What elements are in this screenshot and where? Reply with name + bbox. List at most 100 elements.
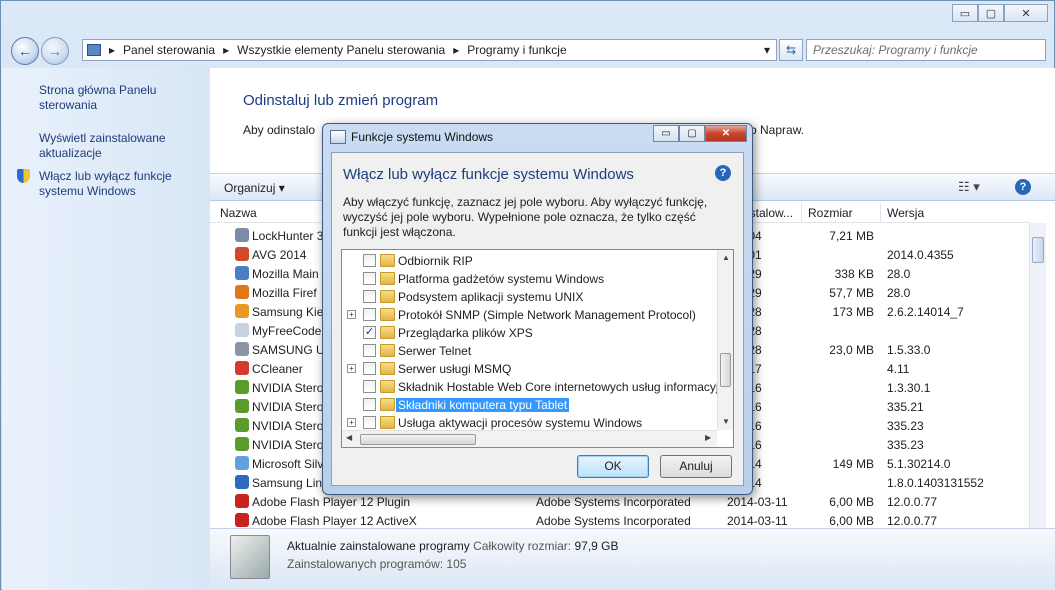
ok-button[interactable]: OK — [577, 455, 649, 478]
feature-item[interactable]: + Serwer usługi MSMQ — [342, 360, 717, 378]
sidebar: Strona główna Panelu sterowania Wyświetl… — [2, 68, 210, 590]
program-icon — [235, 228, 249, 242]
feature-item[interactable]: Platforma gadżetów systemu Windows — [342, 270, 717, 288]
scrollbar-thumb[interactable] — [1032, 237, 1044, 263]
forward-button[interactable]: → — [41, 37, 69, 65]
back-button[interactable]: ← — [11, 37, 39, 65]
page-description: Aby odinstalo — [243, 123, 316, 137]
shield-icon — [17, 169, 30, 183]
column-size[interactable]: Rozmiar — [808, 206, 853, 220]
sidebar-link-home[interactable]: Strona główna Panelu sterowania — [39, 83, 199, 113]
window-icon — [330, 130, 346, 144]
folder-icon — [380, 326, 395, 339]
page-title: Odinstaluj lub zmień program — [243, 92, 439, 109]
dialog-maximize-button[interactable]: ▢ — [679, 125, 705, 142]
dialog-minimize-button[interactable]: ▭ — [653, 125, 679, 142]
feature-item[interactable]: Serwer Telnet — [342, 342, 717, 360]
program-version: 4.11 — [887, 362, 910, 376]
program-icon — [235, 304, 249, 318]
program-version: 335.23 — [887, 438, 924, 452]
sidebar-link-updates[interactable]: Wyświetl zainstalowane aktualizacje — [39, 131, 199, 161]
feature-item[interactable]: Składniki komputera typu Tablet — [342, 396, 717, 414]
sidebar-link-windows-features[interactable]: Włącz lub wyłącz funkcje systemu Windows — [39, 169, 199, 199]
folder-icon — [380, 254, 395, 267]
breadcrumb-control-panel[interactable]: Panel sterowania — [123, 43, 215, 57]
folder-icon — [380, 272, 395, 285]
folder-icon — [380, 398, 395, 411]
view-options-icon[interactable]: ☷ ▾ — [958, 179, 980, 195]
dialog-instructions: Aby włączyć funkcję, zaznacz jej pole wy… — [343, 195, 708, 239]
control-panel-icon — [87, 44, 101, 56]
feature-item[interactable]: ✓ Przeglądarka plików XPS — [342, 324, 717, 342]
dialog-title: Funkcje systemu Windows — [351, 130, 494, 144]
help-icon[interactable]: ? — [1015, 179, 1031, 195]
program-version: 12.0.0.77 — [887, 495, 938, 509]
feature-label: Platforma gadżetów systemu Windows — [398, 272, 605, 286]
scroll-left-icon[interactable]: ◀ — [346, 433, 352, 442]
tree-vertical-scrollbar[interactable]: ▲ ▼ — [717, 250, 733, 430]
program-version: 5.1.30214.0 — [887, 457, 951, 471]
feature-checkbox[interactable] — [363, 380, 376, 393]
dialog-heading: Włącz lub wyłącz funkcje systemu Windows — [343, 166, 634, 183]
scroll-down-icon[interactable]: ▼ — [722, 417, 730, 426]
search-input[interactable]: Przeszukaj: Programy i funkcje — [806, 39, 1046, 61]
feature-checkbox[interactable] — [363, 272, 376, 285]
dropdown-arrow-icon[interactable]: ▾ — [764, 43, 770, 57]
program-icon — [235, 323, 249, 337]
program-icon — [235, 361, 249, 375]
feature-label: Przeglądarka plików XPS — [398, 326, 533, 340]
program-size: 23,0 MB — [829, 343, 874, 357]
refresh-button[interactable]: ⇆ — [779, 39, 803, 61]
program-icon — [235, 456, 249, 470]
program-version: 335.21 — [887, 400, 924, 414]
installed-programs-icon — [230, 535, 270, 579]
help-icon[interactable]: ? — [715, 165, 731, 181]
organize-button[interactable]: Organizuj ▾ — [224, 181, 285, 195]
program-list-scrollbar[interactable] — [1029, 223, 1046, 528]
program-version: 1.8.0.1403131552 — [887, 476, 984, 490]
cancel-button[interactable]: Anuluj — [660, 455, 732, 478]
expand-icon[interactable]: + — [347, 310, 356, 319]
feature-checkbox[interactable] — [363, 344, 376, 357]
tree-horizontal-scrollbar[interactable]: ◀ ▶ — [342, 430, 717, 447]
address-bar[interactable]: ▸ Panel sterowania ▸ Wszystkie elementy … — [82, 39, 777, 61]
column-name[interactable]: Nazwa — [220, 206, 257, 220]
program-icon — [235, 247, 249, 261]
program-icon — [235, 285, 249, 299]
scroll-right-icon[interactable]: ▶ — [705, 433, 711, 442]
breadcrumb-all-items[interactable]: Wszystkie elementy Panelu sterowania — [237, 43, 445, 57]
back-arrow-icon: ← — [18, 43, 32, 59]
program-size: 7,21 MB — [829, 229, 874, 243]
feature-item[interactable]: Odbiornik RIP — [342, 252, 717, 270]
feature-checkbox[interactable] — [363, 308, 376, 321]
feature-checkbox[interactable] — [363, 416, 376, 429]
control-panel-window: ▭ ▢ ✕ ← → ▸ Panel sterowania ▸ Wszystkie… — [0, 0, 1055, 590]
close-button[interactable]: ✕ — [1004, 4, 1048, 22]
scroll-up-icon[interactable]: ▲ — [722, 253, 730, 262]
feature-label: Składnik Hostable Web Core internetowych… — [398, 380, 719, 394]
feature-checkbox[interactable] — [363, 398, 376, 411]
feature-checkbox[interactable] — [363, 362, 376, 375]
expand-icon[interactable]: + — [347, 364, 356, 373]
dialog-close-button[interactable]: ✕ — [705, 125, 747, 142]
breadcrumb-programs[interactable]: Programy i funkcje — [467, 43, 566, 57]
feature-item[interactable]: Składnik Hostable Web Core internetowych… — [342, 378, 719, 396]
expand-icon[interactable]: + — [347, 418, 356, 427]
maximize-button[interactable]: ▢ — [978, 4, 1004, 22]
program-icon — [235, 399, 249, 413]
program-icon — [235, 494, 249, 508]
program-name: Adobe Flash Player 12 ActiveX — [252, 514, 417, 528]
feature-item[interactable]: Podsystem aplikacji systemu UNIX — [342, 288, 717, 306]
feature-item[interactable]: + Protokół SNMP (Simple Network Managemen… — [342, 306, 717, 324]
scrollbar-thumb[interactable] — [360, 434, 476, 445]
feature-checkbox[interactable]: ✓ — [363, 326, 376, 339]
scrollbar-thumb[interactable] — [720, 353, 731, 387]
column-version[interactable]: Wersja — [887, 206, 924, 220]
feature-checkbox[interactable] — [363, 254, 376, 267]
feature-checkbox[interactable] — [363, 290, 376, 303]
program-version: 12.0.0.77 — [887, 514, 938, 528]
minimize-button[interactable]: ▭ — [952, 4, 978, 22]
program-version: 28.0 — [887, 286, 911, 300]
program-version: 2.6.2.14014_7 — [887, 305, 964, 319]
program-icon — [235, 475, 249, 489]
